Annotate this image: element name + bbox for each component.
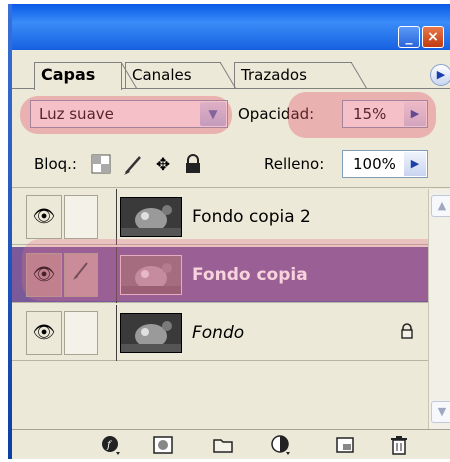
lock-brush-icon[interactable] <box>122 154 144 176</box>
layer-name[interactable]: Fondo copia 2 <box>192 189 311 245</box>
opacity-input[interactable]: 15% ▶ <box>342 100 428 128</box>
layer-mask-icon[interactable] <box>152 434 174 456</box>
layer-row-fondo-copia-2[interactable]: 👁 Fondo copia 2 <box>12 189 428 245</box>
layers-toolbar: f <box>12 429 450 459</box>
fill-arrow-icon[interactable]: ▶ <box>404 152 426 176</box>
layer-link-box[interactable] <box>64 195 98 239</box>
blend-options-row: Luz suave ▼ Opacidad: 15% ▶ <box>12 90 450 140</box>
layers-scrollbar[interactable]: ▲ ▼ <box>428 189 450 429</box>
lock-label: Bloq.: <box>34 155 77 173</box>
trash-icon[interactable] <box>388 434 410 456</box>
fill-input[interactable]: 100% ▶ <box>342 150 428 178</box>
folder-icon[interactable] <box>212 434 234 456</box>
chevron-down-icon[interactable]: ▼ <box>200 102 226 126</box>
layer-name[interactable]: Fondo <box>192 305 244 361</box>
tab-bar: Capas Canales Trazados ▶ <box>12 50 450 90</box>
adjustment-layer-icon[interactable] <box>270 434 292 456</box>
minimize-button[interactable]: _ <box>398 26 420 48</box>
eye-icon[interactable]: 👁 <box>26 253 62 297</box>
tab-canales[interactable]: Canales <box>125 62 221 89</box>
layer-thumbnail <box>120 197 182 237</box>
lock-icon <box>398 323 416 341</box>
lock-transparency-icon[interactable] <box>90 154 112 176</box>
layer-row-fondo[interactable]: 👁 Fondo <box>12 305 428 361</box>
fill-label: Relleno: <box>264 155 325 173</box>
lock-all-icon[interactable] <box>182 154 204 176</box>
brush-icon[interactable] <box>64 253 98 297</box>
eye-icon[interactable]: 👁 <box>26 311 62 355</box>
close-button[interactable]: × <box>422 26 444 48</box>
layer-thumbnail <box>120 255 182 295</box>
panel-menu-button[interactable]: ▶ <box>430 64 450 86</box>
layer-style-icon[interactable]: f <box>100 434 122 456</box>
fill-value: 100% <box>353 155 396 173</box>
lock-move-icon[interactable]: ✥ <box>152 154 174 176</box>
layer-thumbnail <box>120 313 182 353</box>
tab-divider <box>351 62 368 89</box>
scroll-up-icon[interactable]: ▲ <box>431 195 450 217</box>
new-layer-icon[interactable] <box>334 434 356 456</box>
tab-capas[interactable]: Capas <box>34 62 122 90</box>
layer-link-box[interactable] <box>64 311 98 355</box>
layers-panel: _ × Capas Canales Trazados ▶ Luz suave ▼… <box>8 4 450 459</box>
opacity-label: Opacidad: <box>238 105 315 123</box>
layer-row-fondo-copia[interactable]: 👁 Fondo copia <box>12 247 428 303</box>
layers-list: 👁 Fondo copia 2 👁 Fondo copia 👁 Fondo <box>12 189 450 429</box>
blend-mode-value: Luz suave <box>39 105 114 123</box>
layer-name[interactable]: Fondo copia <box>192 247 308 303</box>
eye-icon[interactable]: 👁 <box>26 195 62 239</box>
tab-trazados[interactable]: Trazados <box>234 62 352 89</box>
opacity-value: 15% <box>353 105 387 123</box>
opacity-arrow-icon[interactable]: ▶ <box>404 102 426 126</box>
title-bar[interactable]: _ × <box>12 4 450 50</box>
blend-mode-select[interactable]: Luz suave ▼ <box>30 100 228 128</box>
scroll-down-icon[interactable]: ▼ <box>431 401 450 423</box>
lock-row: Bloq.: ✥ Relleno: 100% ▶ <box>12 140 450 188</box>
